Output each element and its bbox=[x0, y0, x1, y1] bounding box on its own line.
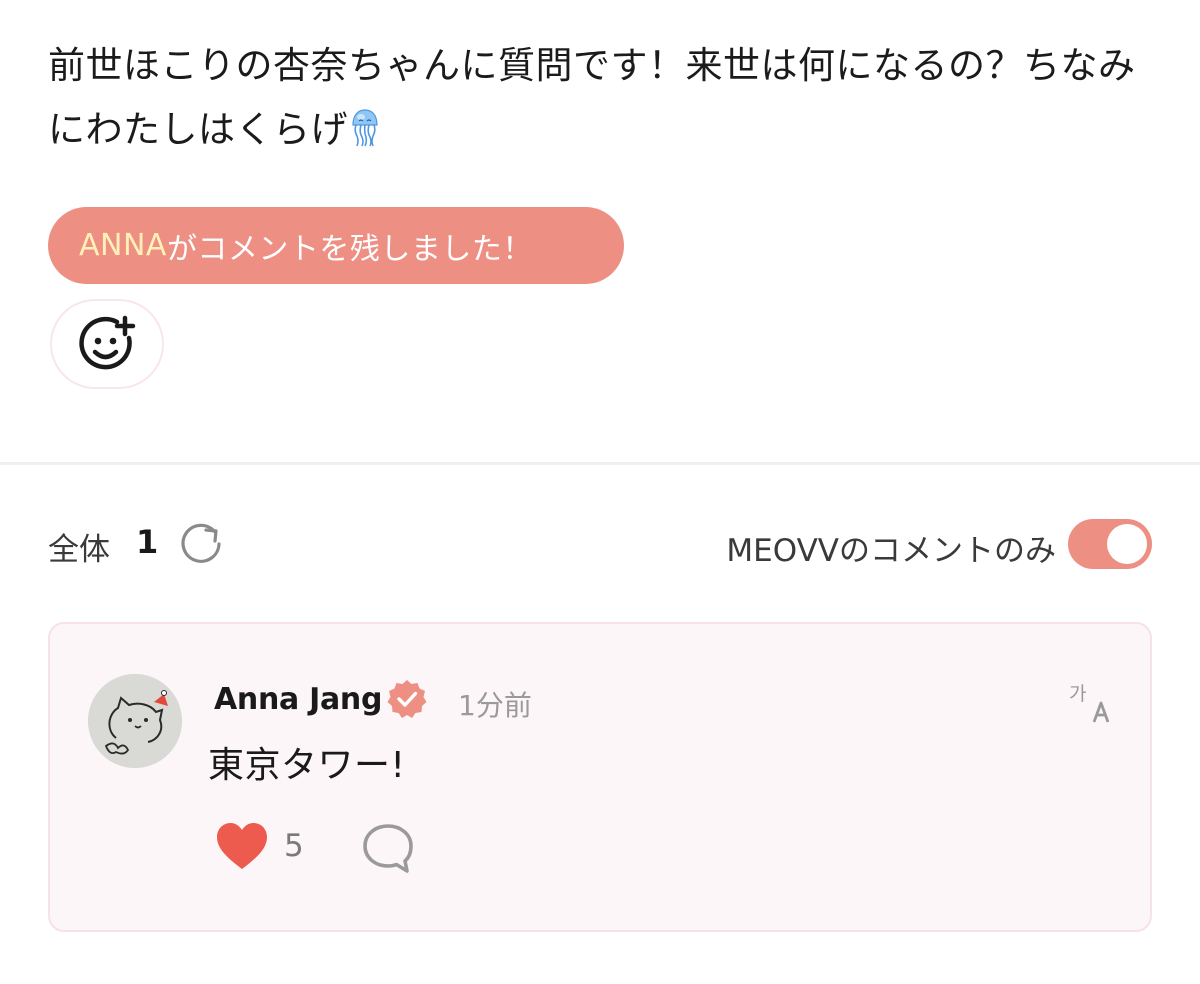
comment-body: 東京タワー! bbox=[208, 745, 406, 786]
artist-only-filter-label: MEOVVのコメントのみ bbox=[726, 533, 1056, 569]
translate-icon[interactable]: 가 bbox=[1068, 678, 1114, 724]
section-divider bbox=[0, 462, 1200, 465]
comments-header: 全体 1 MEOVVのコメントのみ bbox=[48, 514, 1152, 574]
cat-doodle-avatar-icon bbox=[88, 674, 182, 768]
like-count: 5 bbox=[284, 828, 304, 864]
total-label: 全体 bbox=[48, 532, 110, 568]
verified-badge-icon bbox=[387, 680, 427, 718]
svg-text:가: 가 bbox=[1069, 683, 1086, 705]
add-reaction-smiley-icon bbox=[79, 315, 136, 370]
heart-icon[interactable] bbox=[214, 819, 270, 875]
artist-only-toggle[interactable] bbox=[1068, 519, 1152, 569]
comment-notice-banner[interactable]: ANNA がコメントを残しました！ bbox=[48, 207, 624, 284]
total-count: 1 bbox=[136, 523, 159, 561]
toggle-knob bbox=[1107, 524, 1147, 564]
banner-message: がコメントを残しました！ bbox=[166, 231, 533, 267]
jellyfish-emoji-icon bbox=[352, 109, 378, 147]
add-reaction-button[interactable] bbox=[50, 299, 164, 389]
banner-author: ANNA bbox=[79, 228, 167, 263]
post-body: 前世ほこりの杏奈ちゃんに質問です！来世は何になるの？ちなみにわたしはくらげ bbox=[48, 44, 1136, 151]
post-text: 前世ほこりの杏奈ちゃんに質問です！来世は何になるの？ちなみにわたしはくらげ bbox=[48, 34, 1158, 162]
comment-card: Anna Jang 1分前 가 東京タワー! 5 bbox=[48, 622, 1152, 932]
reply-bubble-icon[interactable] bbox=[360, 820, 416, 876]
refresh-icon[interactable] bbox=[178, 520, 226, 568]
avatar[interactable] bbox=[88, 674, 182, 768]
comment-author-name[interactable]: Anna Jang bbox=[214, 682, 382, 717]
comment-time: 1分前 bbox=[458, 689, 532, 722]
